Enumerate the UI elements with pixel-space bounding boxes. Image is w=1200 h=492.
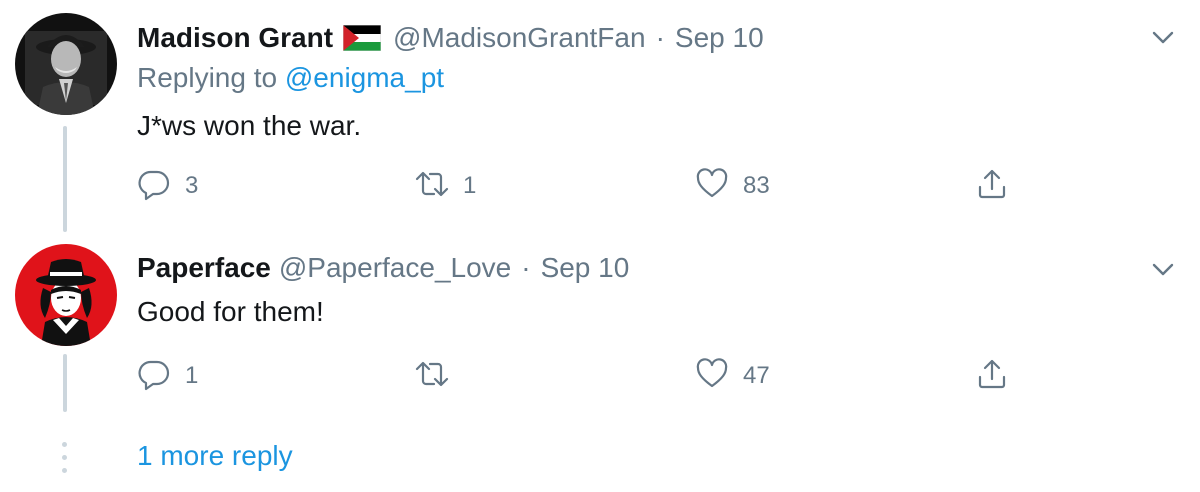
reply-icon (137, 357, 171, 396)
tweet: Paperface @Paperface_Love · Sep 10 Good … (0, 236, 1200, 416)
like-button[interactable]: 83 (695, 166, 770, 206)
share-icon (975, 167, 1009, 206)
like-icon (695, 167, 729, 206)
tweet-header: Paperface @Paperface_Love · Sep 10 (137, 248, 629, 288)
reply-icon (137, 167, 171, 206)
tweet-actions: 1 47 (137, 356, 1180, 396)
user-handle[interactable]: @MadisonGrantFan (393, 22, 646, 54)
retweet-icon (415, 357, 449, 396)
display-name[interactable]: Paperface (137, 252, 271, 284)
thread-dots (62, 440, 68, 480)
share-icon (975, 357, 1009, 396)
avatar[interactable] (15, 13, 117, 115)
display-name[interactable]: Madison Grant (137, 22, 333, 54)
tweet-date[interactable]: Sep 10 (541, 252, 630, 284)
like-button[interactable]: 47 (695, 356, 770, 396)
reply-button[interactable]: 1 (137, 356, 198, 396)
tweet-text: J*ws won the war. (137, 110, 362, 141)
thread-line (63, 126, 67, 232)
like-count: 47 (743, 362, 770, 389)
retweet-button[interactable] (415, 356, 463, 396)
reply-button[interactable]: 3 (137, 166, 198, 206)
separator: · (655, 22, 665, 53)
reply-count: 3 (185, 172, 199, 199)
tweet-header: Madison Grant @MadisonGrantFan · Sep 10 (137, 18, 764, 58)
retweet-count: 1 (463, 172, 477, 199)
tweet-text: Good for them! (137, 296, 324, 327)
more-replies-link[interactable]: 1 more reply (137, 440, 293, 472)
tweet-actions: 3 1 83 (137, 166, 1180, 206)
thread-line (63, 354, 67, 412)
share-button[interactable] (975, 166, 1009, 206)
user-handle[interactable]: @Paperface_Love (279, 252, 511, 284)
like-icon (695, 357, 729, 396)
avatar[interactable] (15, 244, 117, 346)
retweet-button[interactable]: 1 (415, 166, 476, 206)
share-button[interactable] (975, 356, 1009, 396)
separator: · (521, 252, 531, 283)
chevron-down-icon[interactable] (1148, 254, 1178, 284)
retweet-icon (415, 167, 449, 206)
chevron-down-icon[interactable] (1148, 22, 1178, 52)
like-count: 83 (743, 172, 770, 199)
more-replies-row: 1 more reply (0, 436, 1200, 482)
replying-to: Replying to @enigma_pt (137, 62, 444, 94)
palestine-flag-icon (342, 24, 382, 52)
replying-to-label: Replying to (137, 62, 278, 93)
tweet: Madison Grant @MadisonGrantFan · Sep 10 … (0, 0, 1200, 232)
tweet-date[interactable]: Sep 10 (675, 22, 764, 54)
reply-count: 1 (185, 362, 199, 389)
replying-to-handle[interactable]: @enigma_pt (285, 62, 444, 93)
